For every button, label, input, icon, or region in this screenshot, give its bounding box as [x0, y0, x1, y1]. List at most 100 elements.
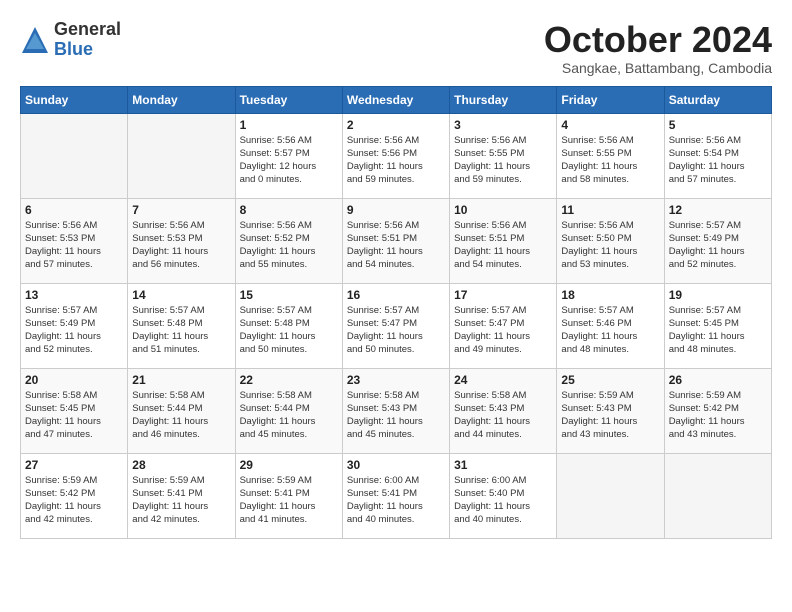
logo-icon: [20, 25, 50, 55]
day-info: Sunrise: 5:56 AM Sunset: 5:55 PM Dayligh…: [454, 134, 552, 187]
day-info: Sunrise: 5:58 AM Sunset: 5:44 PM Dayligh…: [240, 389, 338, 442]
calendar-cell: [557, 453, 664, 538]
day-info: Sunrise: 5:59 AM Sunset: 5:41 PM Dayligh…: [240, 474, 338, 527]
weekday-header-tuesday: Tuesday: [235, 86, 342, 113]
day-number: 24: [454, 373, 552, 387]
location-subtitle: Sangkae, Battambang, Cambodia: [544, 60, 772, 76]
calendar-cell: 6 Sunrise: 5:56 AM Sunset: 5:53 PM Daylig…: [21, 198, 128, 283]
day-number: 20: [25, 373, 123, 387]
calendar-cell: 29Sunrise: 5:59 AM Sunset: 5:41 PM Dayli…: [235, 453, 342, 538]
calendar-cell: 4 Sunrise: 5:56 AM Sunset: 5:55 PM Daylig…: [557, 113, 664, 198]
logo-blue-text: Blue: [54, 40, 121, 60]
day-info: Sunrise: 5:56 AM Sunset: 5:51 PM Dayligh…: [454, 219, 552, 272]
day-info: Sunrise: 6:00 AM Sunset: 5:41 PM Dayligh…: [347, 474, 445, 527]
day-number: 4: [561, 118, 659, 132]
day-number: 12: [669, 203, 767, 217]
calendar-cell: 10 Sunrise: 5:56 AM Sunset: 5:51 PM Dayli…: [450, 198, 557, 283]
calendar-cell: 26 Sunrise: 5:59 AM Sunset: 5:42 PM Dayli…: [664, 368, 771, 453]
day-number: 25: [561, 373, 659, 387]
day-number: 2: [347, 118, 445, 132]
calendar-cell: 2Sunrise: 5:56 AM Sunset: 5:56 PM Daylig…: [342, 113, 449, 198]
week-row-3: 13 Sunrise: 5:57 AM Sunset: 5:49 PM Dayli…: [21, 283, 772, 368]
title-block: October 2024 Sangkae, Battambang, Cambod…: [544, 20, 772, 76]
calendar-cell: 15Sunrise: 5:57 AM Sunset: 5:48 PM Dayli…: [235, 283, 342, 368]
weekday-header-thursday: Thursday: [450, 86, 557, 113]
week-row-4: 20Sunrise: 5:58 AM Sunset: 5:45 PM Dayli…: [21, 368, 772, 453]
day-number: 21: [132, 373, 230, 387]
weekday-header-row: SundayMondayTuesdayWednesdayThursdayFrid…: [21, 86, 772, 113]
day-info: Sunrise: 5:57 AM Sunset: 5:48 PM Dayligh…: [240, 304, 338, 357]
day-number: 19: [669, 288, 767, 302]
day-number: 22: [240, 373, 338, 387]
calendar-cell: 1Sunrise: 5:56 AM Sunset: 5:57 PM Daylig…: [235, 113, 342, 198]
calendar-cell: 24 Sunrise: 5:58 AM Sunset: 5:43 PM Dayli…: [450, 368, 557, 453]
calendar-cell: 23 Sunrise: 5:58 AM Sunset: 5:43 PM Dayli…: [342, 368, 449, 453]
day-info: Sunrise: 5:57 AM Sunset: 5:45 PM Dayligh…: [669, 304, 767, 357]
calendar-cell: 21 Sunrise: 5:58 AM Sunset: 5:44 PM Dayli…: [128, 368, 235, 453]
day-info: Sunrise: 5:59 AM Sunset: 5:42 PM Dayligh…: [669, 389, 767, 442]
weekday-header-friday: Friday: [557, 86, 664, 113]
day-number: 14: [132, 288, 230, 302]
day-number: 3: [454, 118, 552, 132]
calendar-cell: 20Sunrise: 5:58 AM Sunset: 5:45 PM Dayli…: [21, 368, 128, 453]
week-row-2: 6 Sunrise: 5:56 AM Sunset: 5:53 PM Daylig…: [21, 198, 772, 283]
calendar-cell: 19 Sunrise: 5:57 AM Sunset: 5:45 PM Dayli…: [664, 283, 771, 368]
calendar-cell: 30Sunrise: 6:00 AM Sunset: 5:41 PM Dayli…: [342, 453, 449, 538]
day-info: Sunrise: 5:59 AM Sunset: 5:43 PM Dayligh…: [561, 389, 659, 442]
calendar-table: SundayMondayTuesdayWednesdayThursdayFrid…: [20, 86, 772, 539]
calendar-cell: 7Sunrise: 5:56 AM Sunset: 5:53 PM Daylig…: [128, 198, 235, 283]
calendar-cell: 13 Sunrise: 5:57 AM Sunset: 5:49 PM Dayli…: [21, 283, 128, 368]
day-info: Sunrise: 6:00 AM Sunset: 5:40 PM Dayligh…: [454, 474, 552, 527]
calendar-cell: 17 Sunrise: 5:57 AM Sunset: 5:47 PM Dayli…: [450, 283, 557, 368]
day-info: Sunrise: 5:56 AM Sunset: 5:53 PM Dayligh…: [132, 219, 230, 272]
calendar-cell: 16 Sunrise: 5:57 AM Sunset: 5:47 PM Dayli…: [342, 283, 449, 368]
day-info: Sunrise: 5:58 AM Sunset: 5:43 PM Dayligh…: [454, 389, 552, 442]
calendar-cell: 31 Sunrise: 6:00 AM Sunset: 5:40 PM Dayli…: [450, 453, 557, 538]
day-info: Sunrise: 5:57 AM Sunset: 5:49 PM Dayligh…: [25, 304, 123, 357]
calendar-cell: 11 Sunrise: 5:56 AM Sunset: 5:50 PM Dayli…: [557, 198, 664, 283]
calendar-cell: 18 Sunrise: 5:57 AM Sunset: 5:46 PM Dayli…: [557, 283, 664, 368]
calendar-cell: [664, 453, 771, 538]
day-info: Sunrise: 5:58 AM Sunset: 5:43 PM Dayligh…: [347, 389, 445, 442]
day-info: Sunrise: 5:57 AM Sunset: 5:47 PM Dayligh…: [347, 304, 445, 357]
day-info: Sunrise: 5:57 AM Sunset: 5:49 PM Dayligh…: [669, 219, 767, 272]
day-info: Sunrise: 5:59 AM Sunset: 5:41 PM Dayligh…: [132, 474, 230, 527]
day-number: 26: [669, 373, 767, 387]
day-number: 16: [347, 288, 445, 302]
day-info: Sunrise: 5:57 AM Sunset: 5:48 PM Dayligh…: [132, 304, 230, 357]
day-number: 6: [25, 203, 123, 217]
day-info: Sunrise: 5:56 AM Sunset: 5:54 PM Dayligh…: [669, 134, 767, 187]
day-info: Sunrise: 5:56 AM Sunset: 5:50 PM Dayligh…: [561, 219, 659, 272]
day-number: 17: [454, 288, 552, 302]
day-number: 28: [132, 458, 230, 472]
day-info: Sunrise: 5:57 AM Sunset: 5:46 PM Dayligh…: [561, 304, 659, 357]
day-number: 31: [454, 458, 552, 472]
day-number: 23: [347, 373, 445, 387]
calendar-cell: 9Sunrise: 5:56 AM Sunset: 5:51 PM Daylig…: [342, 198, 449, 283]
day-number: 9: [347, 203, 445, 217]
day-number: 11: [561, 203, 659, 217]
calendar-cell: 25 Sunrise: 5:59 AM Sunset: 5:43 PM Dayli…: [557, 368, 664, 453]
weekday-header-monday: Monday: [128, 86, 235, 113]
day-info: Sunrise: 5:56 AM Sunset: 5:52 PM Dayligh…: [240, 219, 338, 272]
calendar-cell: [128, 113, 235, 198]
calendar-cell: 12 Sunrise: 5:57 AM Sunset: 5:49 PM Dayli…: [664, 198, 771, 283]
calendar-cell: 8Sunrise: 5:56 AM Sunset: 5:52 PM Daylig…: [235, 198, 342, 283]
day-info: Sunrise: 5:56 AM Sunset: 5:55 PM Dayligh…: [561, 134, 659, 187]
page-header: General Blue October 2024 Sangkae, Batta…: [20, 20, 772, 76]
day-number: 5: [669, 118, 767, 132]
calendar-cell: 22 Sunrise: 5:58 AM Sunset: 5:44 PM Dayli…: [235, 368, 342, 453]
calendar-cell: 3 Sunrise: 5:56 AM Sunset: 5:55 PM Daylig…: [450, 113, 557, 198]
day-number: 18: [561, 288, 659, 302]
day-info: Sunrise: 5:58 AM Sunset: 5:44 PM Dayligh…: [132, 389, 230, 442]
day-info: Sunrise: 5:56 AM Sunset: 5:53 PM Dayligh…: [25, 219, 123, 272]
week-row-1: 1Sunrise: 5:56 AM Sunset: 5:57 PM Daylig…: [21, 113, 772, 198]
logo: General Blue: [20, 20, 121, 60]
logo-general-text: General: [54, 20, 121, 40]
calendar-cell: 14 Sunrise: 5:57 AM Sunset: 5:48 PM Dayli…: [128, 283, 235, 368]
day-number: 10: [454, 203, 552, 217]
weekday-header-wednesday: Wednesday: [342, 86, 449, 113]
day-info: Sunrise: 5:57 AM Sunset: 5:47 PM Dayligh…: [454, 304, 552, 357]
day-number: 13: [25, 288, 123, 302]
day-info: Sunrise: 5:59 AM Sunset: 5:42 PM Dayligh…: [25, 474, 123, 527]
